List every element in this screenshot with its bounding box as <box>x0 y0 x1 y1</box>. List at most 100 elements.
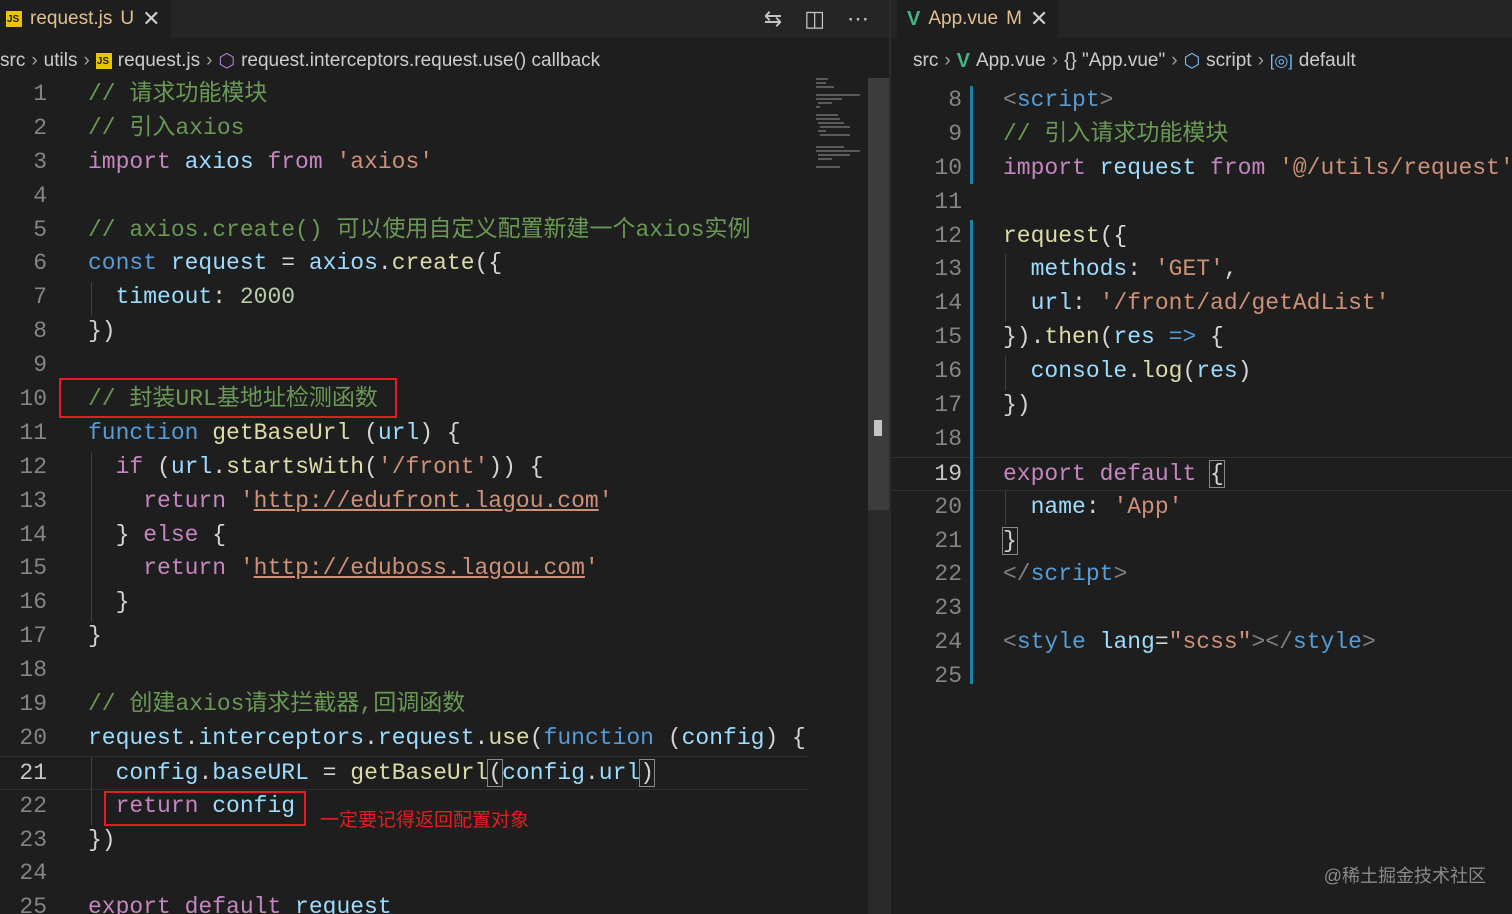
scrollbar-thumb[interactable] <box>868 78 889 510</box>
code-token: script <box>1030 561 1114 588</box>
open-changes-icon[interactable]: ⇆ <box>764 6 782 32</box>
breadcrumb-file[interactable]: App.vue <box>976 50 1046 72</box>
code-line[interactable]: 17} <box>0 620 808 654</box>
code-token: }) <box>88 826 116 853</box>
code-token: else <box>143 521 213 548</box>
right-tab-bar: V App.vue M ✕ <box>891 0 1512 38</box>
code-text: request.interceptors.request.use(functio… <box>88 722 806 756</box>
code-line[interactable]: 8 <script> <box>891 84 1512 118</box>
close-icon[interactable]: ✕ <box>1030 6 1048 32</box>
code-token: function <box>88 419 213 446</box>
code-line[interactable]: 8}) <box>0 315 808 349</box>
code-token: ' <box>239 487 254 514</box>
code-line[interactable]: 4 <box>0 180 808 214</box>
breadcrumb: src › V App.vue › {} "App.vue" › ⬡ scrip… <box>913 44 1356 78</box>
breadcrumb-utils[interactable]: utils <box>44 50 78 72</box>
code-line[interactable]: 21} <box>891 525 1512 559</box>
line-number: 4 <box>33 182 47 209</box>
code-token: 'App' <box>1113 493 1183 520</box>
breadcrumb-default[interactable]: default <box>1299 50 1356 72</box>
code-line[interactable]: 19 export default { <box>891 456 1512 491</box>
code-token: ( <box>1182 358 1197 385</box>
editor-actions: ⇆ ◫ ⋯ <box>764 0 869 38</box>
code-editor[interactable]: 8 <script> 9// 引入请求功能模块 10 import request fr… <box>891 84 1512 694</box>
code-line[interactable]: 12 if (url.startsWith('/front')) { <box>0 451 808 485</box>
code-token: )) { <box>488 453 544 480</box>
code-text: import axios from 'axios' <box>88 146 433 180</box>
code-line[interactable]: 17}) <box>891 389 1512 423</box>
breadcrumb-src[interactable]: src <box>913 50 938 72</box>
code-text: } <box>1002 525 1018 559</box>
code-line[interactable]: 3 import axios from 'axios' <box>0 146 808 180</box>
code-line[interactable]: 20 name: 'App' <box>891 491 1512 525</box>
code-token: > <box>1361 629 1376 656</box>
code-text: // 请求功能模块 <box>88 78 267 112</box>
code-token: . <box>584 759 599 786</box>
code-text: const request = axios.create({ <box>88 247 502 281</box>
code-line[interactable]: 11 function getBaseUrl (url) { <box>0 417 808 451</box>
vertical-scrollbar[interactable] <box>868 78 889 914</box>
minimap[interactable] <box>810 78 868 914</box>
breadcrumb-file[interactable]: request.js <box>118 50 200 72</box>
code-line[interactable]: 21 config.baseURL = getBaseUrl(config.ur… <box>0 755 808 791</box>
tab-request-js[interactable]: JS request.js U ✕ <box>0 0 171 38</box>
code-line[interactable]: 13 methods: 'GET', <box>891 253 1512 287</box>
code-line[interactable]: 2 // 引入axios <box>0 112 808 146</box>
indent-guide <box>91 452 92 622</box>
code-line[interactable]: 24 <style lang="scss"></style> <box>891 626 1512 660</box>
indent-guide <box>91 757 92 825</box>
code-editor[interactable]: 1 // 请求功能模块 2 // 引入axios 3 import axios from … <box>0 78 808 914</box>
tab-app-vue[interactable]: V App.vue M ✕ <box>897 0 1059 38</box>
code-line[interactable]: 25 export default request <box>0 891 808 914</box>
line-number: 13 <box>19 487 47 514</box>
code-line[interactable]: 19 // 创建axios请求拦截器,回调函数 <box>0 688 808 722</box>
code-line[interactable]: 22 </script> <box>891 558 1512 592</box>
chevron-right-icon: › <box>1257 50 1264 71</box>
code-token: ) { <box>764 724 806 751</box>
code-line[interactable]: 12 request({ <box>891 220 1512 254</box>
code-line[interactable]: 16 console.log(res) <box>891 355 1512 389</box>
breadcrumb-src[interactable]: src <box>0 50 25 72</box>
code-line[interactable]: 6 const request = axios.create({ <box>0 247 808 281</box>
code-token: default <box>184 894 296 914</box>
code-text: <style lang="scss"></style> <box>1003 626 1376 660</box>
code-line[interactable]: 10 import request from '@/utils/request' <box>891 152 1512 186</box>
code-token: { <box>212 521 227 548</box>
line-number: 16 <box>934 358 962 385</box>
tab-filename: request.js <box>30 8 113 29</box>
breadcrumb-symbol[interactable]: request.interceptors.request.use() callb… <box>241 50 600 72</box>
code-token: ( <box>529 724 544 751</box>
code-token: create <box>391 250 475 277</box>
breadcrumb-script[interactable]: script <box>1206 50 1251 72</box>
code-line[interactable]: 18 <box>0 654 808 688</box>
code-token: }). <box>1003 324 1045 351</box>
code-token: request <box>88 724 185 751</box>
code-line[interactable]: 15}).then(res => { <box>891 321 1512 355</box>
code-line[interactable]: 9 // 引入请求功能模块 <box>891 118 1512 152</box>
code-token: : <box>1085 493 1114 520</box>
code-line[interactable]: 1 // 请求功能模块 <box>0 78 808 112</box>
more-actions-icon[interactable]: ⋯ <box>847 6 869 32</box>
code-line[interactable]: 13 return 'http://edufront.lagou.com' <box>0 485 808 519</box>
code-line[interactable]: 16 } <box>0 586 808 620</box>
code-token: url <box>598 759 641 786</box>
code-text: config.baseURL = getBaseUrl(config.url) <box>88 757 655 791</box>
code-line[interactable]: 15 return 'http://eduboss.lagou.com' <box>0 552 808 586</box>
code-line[interactable]: 25 <box>891 660 1512 694</box>
code-line[interactable]: 11 <box>891 186 1512 220</box>
code-line[interactable]: 18 <box>891 423 1512 457</box>
line-number: 23 <box>19 826 47 853</box>
code-line[interactable]: 14 url: '/front/ad/getAdList' <box>891 287 1512 321</box>
close-icon[interactable]: ✕ <box>142 6 160 32</box>
code-token: then <box>1044 324 1100 351</box>
code-line[interactable]: 20 request.interceptors.request.use(funct… <box>0 722 808 756</box>
code-line[interactable]: 23 <box>891 592 1512 626</box>
code-line[interactable]: 14 } else { <box>0 519 808 553</box>
code-token: </ <box>1003 561 1031 588</box>
code-line[interactable]: 24 <box>0 857 808 891</box>
split-editor-icon[interactable]: ◫ <box>804 6 825 32</box>
code-line[interactable]: 7 timeout: 2000 <box>0 281 808 315</box>
code-line[interactable]: 5 // axios.create() 可以使用自定义配置新建一个axios实例 <box>0 214 808 248</box>
breadcrumb-module[interactable]: {} "App.vue" <box>1064 50 1165 72</box>
